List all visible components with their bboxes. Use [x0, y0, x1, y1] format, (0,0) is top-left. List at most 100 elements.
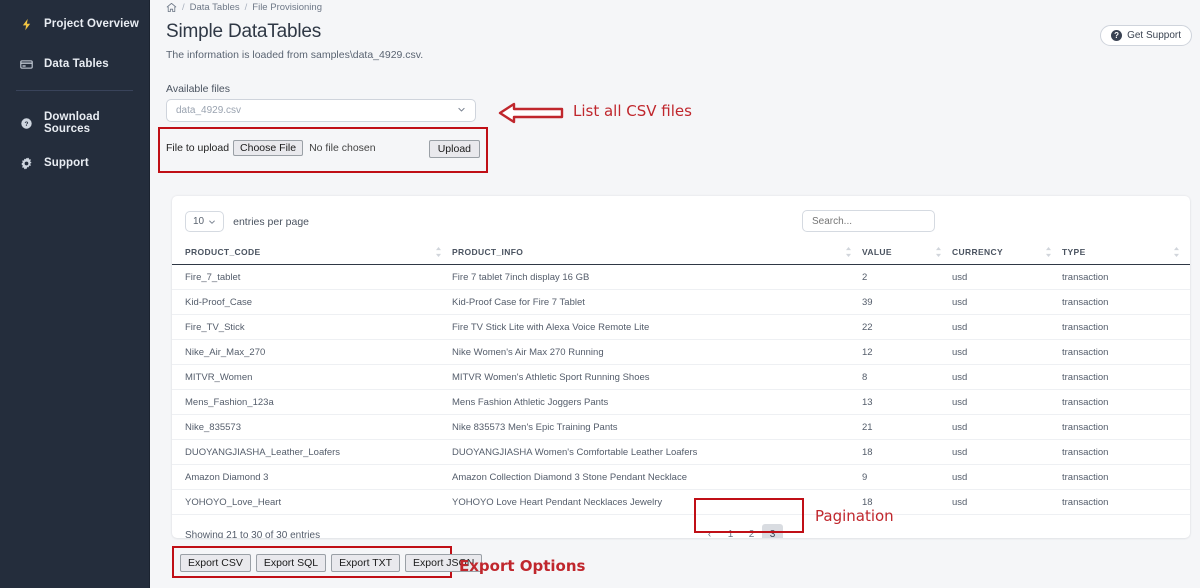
sidebar-item-support[interactable]: Support [0, 149, 149, 177]
table-row: Fire_7_tablet Fire 7 tablet 7inch display… [172, 264, 1190, 290]
sidebar-divider [16, 90, 133, 91]
cell-type: transaction [1062, 464, 1190, 490]
column-header-type[interactable]: TYPE [1062, 241, 1190, 265]
entries-per-page-label: entries per page [233, 215, 310, 228]
table-icon [18, 56, 34, 72]
entries-per-page-group: 10 entries per page [185, 211, 309, 232]
table-row: Kid-Proof_Case Kid-Proof Case for Fire 7 … [172, 289, 1190, 315]
table-row: Mens_Fashion_123a Mens Fashion Athletic J… [172, 389, 1190, 415]
column-header-product-info[interactable]: PRODUCT_INFO [452, 241, 862, 265]
page-subtitle: The information is loaded from samples\d… [166, 49, 424, 61]
table-body: Fire_7_tablet Fire 7 tablet 7inch display… [172, 264, 1190, 515]
breadcrumb-data-tables[interactable]: Data Tables [190, 2, 240, 13]
cell-currency: usd [952, 264, 1062, 290]
cell-product-info: Kid-Proof Case for Fire 7 Tablet [452, 289, 862, 315]
get-support-button[interactable]: ? Get Support [1100, 25, 1192, 46]
bolt-icon [18, 16, 34, 32]
cell-product-code: DUOYANGJIASHA_Leather_Loafers [172, 439, 452, 465]
choose-file-button[interactable]: Choose File [233, 140, 304, 156]
table-row: Nike_Air_Max_270 Nike Women's Air Max 270… [172, 339, 1190, 365]
annotation-export-options: Export Options [459, 557, 586, 575]
cell-value: 8 [862, 364, 952, 390]
left-arrow-annotation [498, 100, 564, 131]
cell-type: transaction [1062, 314, 1190, 340]
cell-type: transaction [1062, 289, 1190, 315]
sidebar-item-label: Project Overview [44, 18, 139, 30]
export-button-txt[interactable]: Export TXT [331, 554, 401, 572]
cell-product-code: Amazon Diamond 3 [172, 464, 452, 490]
cell-value: 18 [862, 439, 952, 465]
available-files-label: Available files [166, 83, 231, 95]
export-button-csv[interactable]: Export CSV [180, 554, 251, 572]
cell-value: 9 [862, 464, 952, 490]
cell-product-code: Mens_Fashion_123a [172, 389, 452, 415]
sidebar: Project Overview Data Tables ? Download … [0, 0, 150, 588]
data-table: PRODUCT_CODE PRODUCT_INFO VALUE CURRENCY… [172, 241, 1190, 515]
export-button-sql[interactable]: Export SQL [255, 554, 327, 572]
column-header-currency[interactable]: CURRENCY [952, 241, 1062, 265]
breadcrumb-separator: / [182, 2, 185, 13]
entries-per-page-value: 10 [193, 216, 205, 227]
breadcrumb-file-provisioning[interactable]: File Provisioning [252, 2, 322, 13]
svg-text:?: ? [24, 121, 28, 128]
cell-product-code: Kid-Proof_Case [172, 289, 452, 315]
cell-product-code: MITVR_Women [172, 364, 452, 390]
cell-product-code: Nike_835573 [172, 414, 452, 440]
table-row: YOHOYO_Love_Heart YOHOYO Love Heart Penda… [172, 489, 1190, 515]
main-content: / Data Tables / File Provisioning Simple… [150, 0, 1200, 588]
entries-per-page-select[interactable]: 10 [185, 211, 225, 232]
chevron-down-icon [209, 220, 215, 224]
page-title: Simple DataTables [166, 21, 322, 42]
table-row: Nike_835573 Nike 835573 Men's Epic Traini… [172, 414, 1190, 440]
table-row: Amazon Diamond 3 Amazon Collection Diamon… [172, 464, 1190, 490]
column-header-value[interactable]: VALUE [862, 241, 952, 265]
sidebar-item-data-tables[interactable]: Data Tables [0, 50, 149, 78]
cell-value: 39 [862, 289, 952, 315]
cell-value: 21 [862, 414, 952, 440]
cell-value: 2 [862, 264, 952, 290]
cell-product-info: Nike Women's Air Max 270 Running [452, 339, 862, 365]
available-files-select[interactable]: data_4929.csv [166, 99, 476, 122]
breadcrumb-separator: / [244, 2, 248, 13]
cell-type: transaction [1062, 389, 1190, 415]
column-header-product-code[interactable]: PRODUCT_CODE [172, 241, 452, 265]
sidebar-item-label: Download Sources [44, 111, 100, 135]
cell-value: 22 [862, 314, 952, 340]
cell-currency: usd [952, 339, 1062, 365]
cell-currency: usd [952, 364, 1062, 390]
sidebar-item-download-sources[interactable]: ? Download Sources [0, 109, 149, 137]
cell-product-info: Fire TV Stick Lite with Alexa Voice Remo… [452, 314, 862, 340]
cell-product-info: Mens Fashion Athletic Joggers Pants [452, 389, 862, 415]
table-row: Fire_TV_Stick Fire TV Stick Lite with Ale… [172, 314, 1190, 340]
cell-type: transaction [1062, 439, 1190, 465]
table-row: MITVR_Women MITVR Women's Athletic Sport … [172, 364, 1190, 390]
sidebar-item-label: Support [44, 157, 89, 169]
cell-currency: usd [952, 389, 1062, 415]
home-icon[interactable] [166, 2, 177, 13]
cell-type: transaction [1062, 264, 1190, 290]
table-header-row: PRODUCT_CODE PRODUCT_INFO VALUE CURRENCY… [172, 241, 1190, 265]
file-to-upload-label: File to upload [166, 142, 230, 154]
gear-icon [18, 155, 34, 171]
sort-updown-icon [1045, 246, 1052, 259]
upload-button[interactable]: Upload [428, 140, 480, 158]
search-input[interactable] [802, 210, 935, 232]
cell-product-code: Fire_TV_Stick [172, 314, 452, 340]
datatable-card: 10 entries per page PRODUCT_CODE [172, 196, 1190, 538]
cell-currency: usd [952, 439, 1062, 465]
annotation-list-csv: List all CSV files [573, 102, 692, 120]
sidebar-item-project-overview[interactable]: Project Overview [0, 10, 149, 38]
datatable-toolbar: 10 entries per page [172, 196, 1190, 241]
export-buttons: Export CSV Export SQL Export TXT Export JSO… [180, 554, 483, 572]
showing-entries-text: Showing 21 to 30 of 30 entries [185, 530, 321, 538]
cell-type: transaction [1062, 489, 1190, 515]
cell-product-info: DUOYANGJIASHA Women's Comfortable Leathe… [452, 439, 862, 465]
sort-updown-icon [935, 246, 942, 259]
cell-product-info: MITVR Women's Athletic Sport Running Sho… [452, 364, 862, 390]
sort-updown-icon [435, 246, 442, 259]
get-support-label: Get Support [1127, 30, 1181, 41]
question-circle-icon: ? [18, 115, 34, 131]
question-circle-icon: ? [1111, 30, 1123, 41]
cell-currency: usd [952, 314, 1062, 340]
cell-value: 13 [862, 389, 952, 415]
